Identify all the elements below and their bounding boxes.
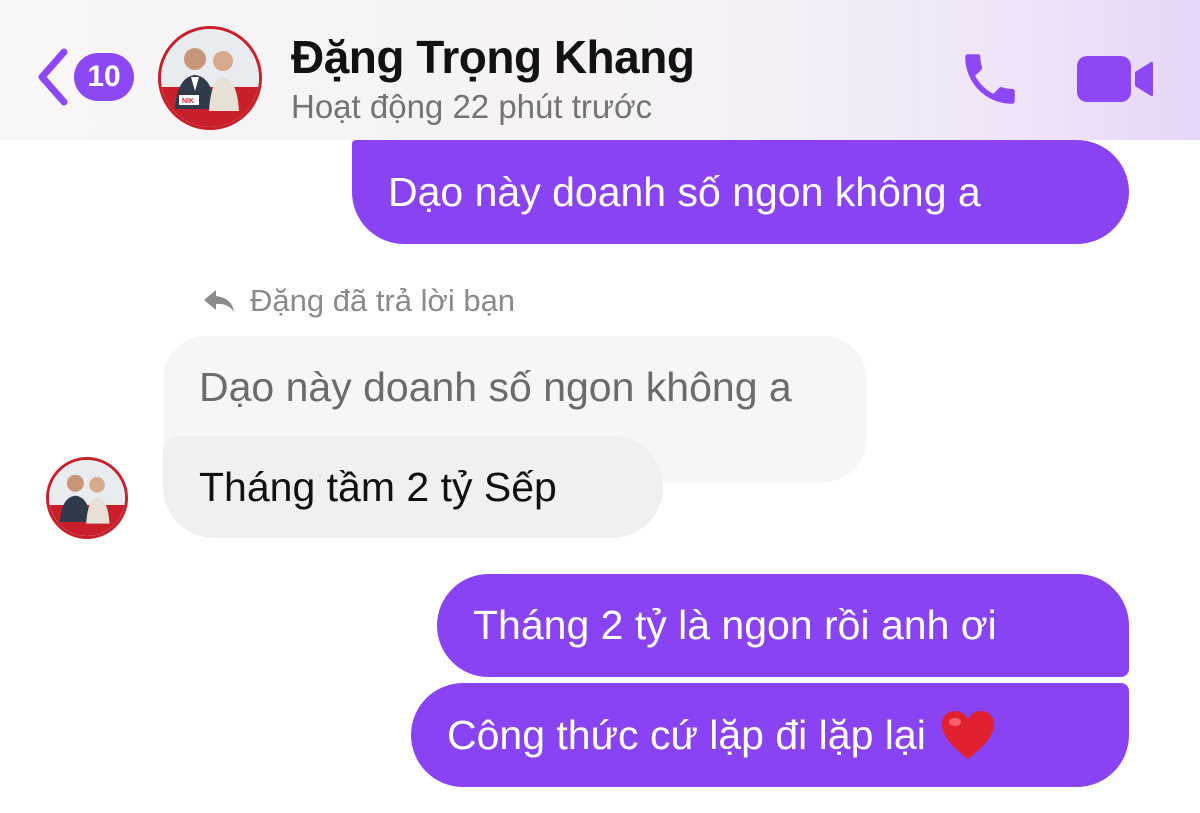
- reply-arrow-icon: [204, 290, 234, 312]
- contact-status: Hoạt động 22 phút trước: [291, 88, 653, 125]
- avatar-photo: NIK: [161, 29, 259, 127]
- heart-emoji-icon: [941, 711, 994, 759]
- back-button[interactable]: 10: [34, 42, 140, 112]
- contact-name: Đặng Trọng Khang: [291, 31, 695, 83]
- reply-label: Đặng đã trả lời bạn: [202, 283, 515, 319]
- outgoing-message[interactable]: Dạo này doanh số ngon không a: [352, 140, 1129, 244]
- unread-count-badge: 10: [74, 53, 134, 101]
- reply-label-text: Đặng đã trả lời bạn: [250, 283, 516, 318]
- outgoing-message-with-heart[interactable]: Công thức cứ lặp đi lặp lại: [411, 683, 1129, 787]
- phone-icon[interactable]: [957, 46, 1023, 112]
- sender-avatar-photo: [49, 460, 125, 536]
- avatar[interactable]: NIK: [158, 26, 262, 130]
- video-camera-icon[interactable]: [1075, 52, 1155, 106]
- sender-avatar[interactable]: [46, 457, 128, 539]
- message-text: Công thức cứ lặp đi lặp lại: [447, 711, 926, 758]
- chat-header: 10 NIK Đặng Trọng Khang Hoạt động 22 phú…: [0, 0, 1200, 140]
- back-chevron-icon: [38, 48, 68, 106]
- chat-screen: 10 NIK Đặng Trọng Khang Hoạt động 22 phú…: [0, 0, 1200, 813]
- incoming-message[interactable]: Tháng tầm 2 tỷ Sếp: [163, 436, 663, 538]
- outgoing-message[interactable]: Tháng 2 tỷ là ngon rồi anh ơi: [437, 574, 1129, 677]
- avatar-badge-text: NIK: [182, 98, 194, 105]
